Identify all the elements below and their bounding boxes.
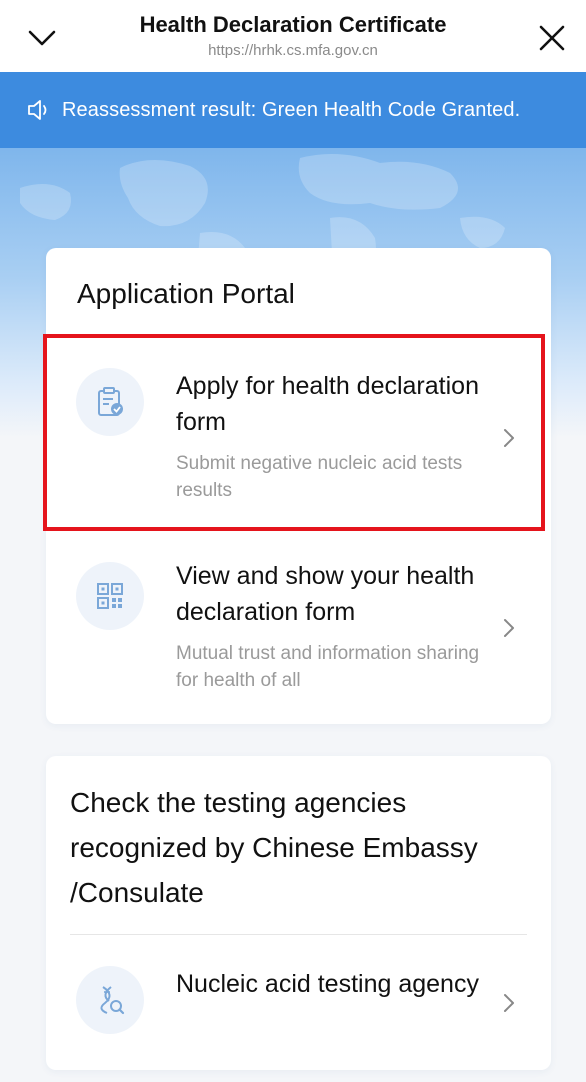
top-bar: Health Declaration Certificate https://h… [0,0,586,72]
card-title: Application Portal [77,278,295,309]
item-title: View and show your health declaration fo… [176,562,475,626]
divider [70,934,527,935]
notice-text: Reassessment result: Green Health Code G… [62,98,521,121]
item-subtitle: Mutual trust and information sharing for… [176,643,480,691]
testing-agency-item[interactable]: Nucleic acid testing agency [46,956,551,1056]
view-form-item[interactable]: View and show your health declaration fo… [46,552,551,702]
testing-agencies-card: Check the testing agencies recognized by… [46,756,551,1070]
highlight-box [43,334,545,531]
chevron-right-icon [504,619,514,637]
chevron-right-icon [504,994,514,1012]
dna-search-icon [76,966,144,1034]
page-url: https://hrhk.cs.mfa.gov.cn [208,42,378,59]
qr-code-icon [76,562,144,630]
page-title: Health Declaration Certificate [139,12,447,37]
speaker-icon [28,100,47,120]
notice-bar: Reassessment result: Green Health Code G… [0,72,586,148]
card-title: Check the testing agencies recognized by… [70,787,478,908]
item-title: Nucleic acid testing agency [176,970,479,998]
close-icon[interactable] [532,18,572,58]
